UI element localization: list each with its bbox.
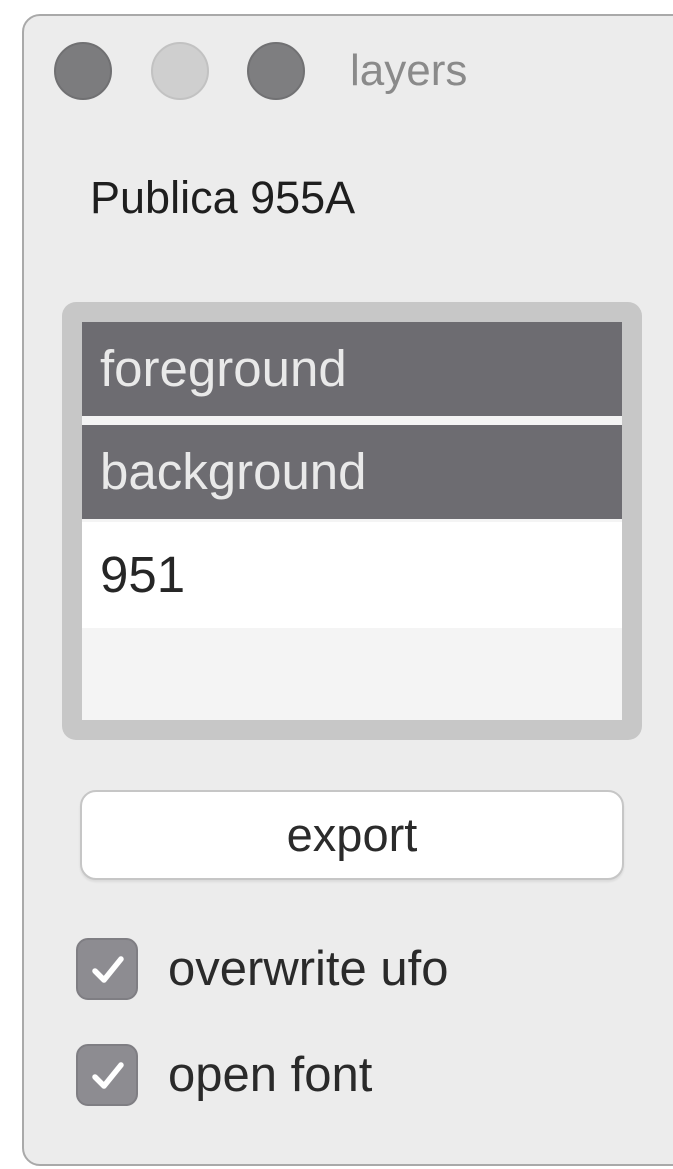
close-window-button[interactable] <box>54 42 112 100</box>
checkmark-icon <box>92 956 124 983</box>
minimize-window-button[interactable] <box>151 42 209 100</box>
layer-item-foreground[interactable]: foreground <box>82 322 622 416</box>
layers-list-frame: foreground background 951 <box>62 302 642 740</box>
overwrite-ufo-label: overwrite ufo <box>168 942 449 996</box>
layer-item-background[interactable]: background <box>82 425 622 519</box>
layers-list[interactable]: foreground background 951 <box>82 322 622 720</box>
checkmark-icon <box>92 1062 124 1089</box>
layer-item-951[interactable]: 951 <box>82 522 622 628</box>
open-font-checkbox[interactable] <box>76 1044 138 1106</box>
title-bar: layers <box>24 16 673 112</box>
font-name-label: Publica 955A <box>90 172 356 223</box>
window-title: layers <box>350 46 468 95</box>
overwrite-ufo-checkbox[interactable] <box>76 938 138 1000</box>
layers-window: layers Publica 955A foreground backgroun… <box>22 14 673 1166</box>
export-button[interactable]: export <box>80 790 624 880</box>
open-font-label: open font <box>168 1048 373 1102</box>
zoom-window-button[interactable] <box>247 42 305 100</box>
